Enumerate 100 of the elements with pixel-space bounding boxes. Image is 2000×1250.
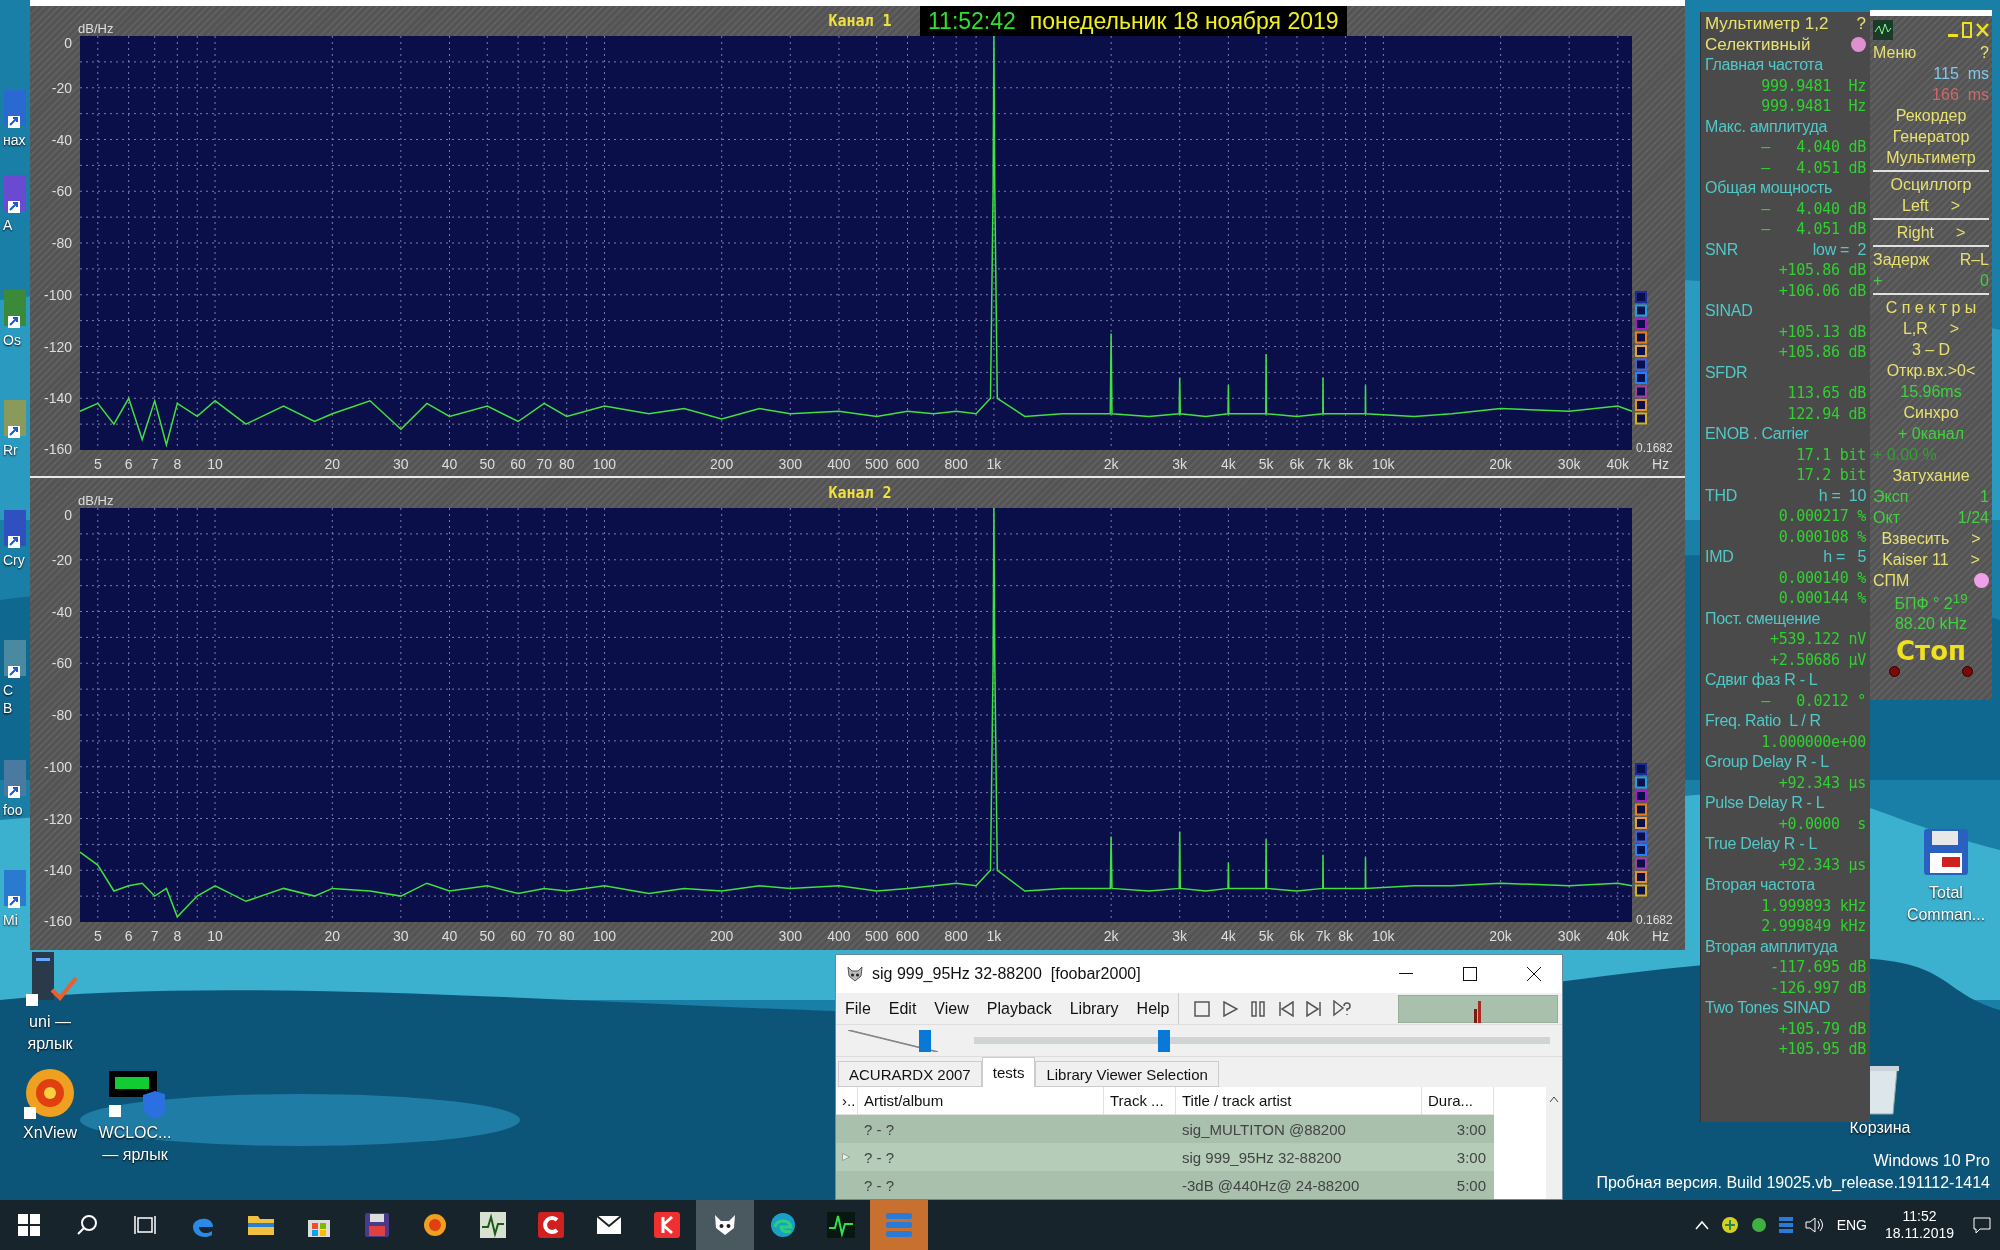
axis-label: 10 xyxy=(207,456,223,472)
axis-label: 50 xyxy=(479,456,496,472)
menu-value: 1/24 xyxy=(1957,508,1989,527)
playlist-tab[interactable]: ACURARDX 2007 xyxy=(838,1061,982,1087)
axis-label: 2k xyxy=(1103,928,1119,944)
tray-time[interactable]: 11:52 xyxy=(1902,1208,1937,1225)
menu-item[interactable]: Left > xyxy=(1900,196,1962,215)
window-title: sig 999_95Hz 32-88200 [foobar2000] xyxy=(872,965,1142,983)
menu-item[interactable]: СПМ xyxy=(1873,571,1910,590)
measure-value: 0.000108 % xyxy=(1778,527,1866,546)
axis-label: 40 xyxy=(441,456,458,472)
menu-item[interactable]: Затухание xyxy=(1892,466,1970,485)
language-indicator[interactable]: ENG xyxy=(1836,1217,1867,1233)
table-cell: sig 999_95Hz 32-88200 xyxy=(1176,1143,1422,1171)
measure-label: THD xyxy=(1705,486,1737,505)
axis-label: 80 xyxy=(558,456,575,472)
measure-value: 0.000144 % xyxy=(1778,589,1866,608)
menu-item[interactable]: 3 – D xyxy=(1911,340,1951,359)
menu-item[interactable]: Синхро xyxy=(1903,403,1959,422)
menu-item[interactable]: Kaiser 11 > xyxy=(1880,550,1982,569)
menu-item[interactable]: Взвесить > xyxy=(1879,529,1983,548)
axis-label: 6 xyxy=(124,928,133,944)
menu-item[interactable]: Генератор xyxy=(1892,127,1970,146)
playlist-tab[interactable]: tests xyxy=(981,1057,1036,1087)
table-cell: 3:00 xyxy=(1422,1115,1494,1143)
menu-item[interactable]: Рекордер xyxy=(1895,106,1967,125)
chart-title: Канал 2 xyxy=(828,484,892,502)
axis-label: 2k xyxy=(1103,456,1119,472)
axis-unit: Hz xyxy=(1652,928,1670,944)
clock-time: 11:52:42 xyxy=(928,7,1016,35)
axis-label: 300 xyxy=(778,928,802,944)
measure-value: +105.13 dB xyxy=(1778,322,1866,341)
axis-label: 6k xyxy=(1289,928,1305,944)
playlist-tab[interactable]: Library Viewer Selection xyxy=(1035,1061,1219,1087)
menu-item[interactable]: Осциллогр xyxy=(1890,175,1972,194)
timing-value: 115 ms xyxy=(1933,64,1989,83)
icon-label: Cry xyxy=(2,552,25,568)
measure-label: Сдвиг фаз R - L xyxy=(1705,671,1818,690)
measure-value: 1.999893 kHz xyxy=(1761,896,1866,915)
tray-date[interactable]: 18.11.2019 xyxy=(1884,1225,1954,1242)
axis-label: -100 xyxy=(43,758,72,775)
axis-label: -80 xyxy=(51,235,72,251)
stop-button[interactable]: Стоп xyxy=(1896,636,1966,667)
menu-item[interactable]: С п е к т р ы xyxy=(1885,298,1977,317)
axis-label: 6k xyxy=(1289,456,1305,472)
axis-label: 10k xyxy=(1372,456,1395,472)
axis-label: 500 xyxy=(865,456,889,472)
measure-value: +2.50686 µV xyxy=(1769,650,1866,669)
table-cell: ? - ? xyxy=(858,1171,1104,1199)
menu-item[interactable]: Playback xyxy=(977,999,1061,1018)
menu-item[interactable]: Library xyxy=(1060,999,1128,1018)
measure-value: 17.2 bit xyxy=(1796,466,1866,485)
measure-value: – 4.051 dB xyxy=(1761,158,1866,177)
help-button[interactable]: ? xyxy=(1856,14,1866,35)
menu-item[interactable]: Edit xyxy=(879,999,926,1018)
axis-label: 4k xyxy=(1221,456,1236,472)
menu-item[interactable]: Right > xyxy=(1894,223,1968,242)
axis-label: -120 xyxy=(43,338,72,355)
menu-item[interactable]: 88.20 kHz xyxy=(1894,614,1967,633)
axis-label: -120 xyxy=(43,810,72,827)
axis-label: 1k xyxy=(986,456,1002,472)
measure-label: Макс. амплитуда xyxy=(1705,117,1828,136)
menu-item[interactable]: + 0канал xyxy=(1898,424,1964,443)
measure-value: +105.79 dB xyxy=(1778,1019,1866,1038)
menu-item[interactable]: 15.96ms xyxy=(1900,382,1962,401)
axis-label: 20k xyxy=(1489,928,1512,944)
axis-label: 8k xyxy=(1338,456,1353,472)
measure-value: – 4.040 dB xyxy=(1761,199,1866,218)
menu-item[interactable]: Help xyxy=(1127,999,1179,1018)
axis-label: -160 xyxy=(43,913,72,929)
measure-value: 0.000140 % xyxy=(1778,568,1866,587)
panel-title: Мультиметр 1,2 xyxy=(1705,14,1829,35)
axis-label: 7 xyxy=(150,456,159,472)
axis-label: 8k xyxy=(1338,928,1353,944)
table-cell: ? - ? xyxy=(858,1143,1104,1171)
menu-item[interactable]: File xyxy=(836,999,880,1018)
menu-item[interactable]: Откр.вх.>0< xyxy=(1886,361,1976,380)
axis-label: -140 xyxy=(43,390,72,407)
measure-label: Главная частота xyxy=(1705,56,1823,75)
measure-value: +0.0000 s xyxy=(1778,814,1866,833)
axis-label: 30 xyxy=(393,456,409,472)
desktop-note: Пробная версия. Build 19025.vb_release.191112-1414 xyxy=(1596,1174,1990,1192)
clock-date: понедельник 18 ноября 2019 xyxy=(1029,7,1339,35)
axis-label: 50 xyxy=(479,928,496,944)
measure-value: 999.9481 Hz xyxy=(1761,97,1866,116)
measure-value: – 4.051 dB xyxy=(1761,220,1866,239)
axis-label: 40k xyxy=(1606,456,1630,472)
menu-value: 0 xyxy=(1980,271,1989,290)
measure-value: +105.86 dB xyxy=(1778,261,1866,280)
menu-item[interactable]: Мультиметр xyxy=(1886,148,1976,167)
axis-label: -140 xyxy=(43,862,72,879)
axis-label: 3k xyxy=(1172,456,1188,472)
icon-label: WCLOC... xyxy=(98,1123,172,1143)
menu-item[interactable]: БПФ ° 2$^{19}$ xyxy=(1894,591,1968,614)
axis-label: 200 xyxy=(710,928,734,944)
menu-item[interactable]: View xyxy=(925,999,978,1018)
axis-label: 30k xyxy=(1557,928,1581,944)
menu-item[interactable]: L,R > xyxy=(1900,319,1962,338)
table-cell: 5:00 xyxy=(1422,1171,1494,1199)
menu-value: ? xyxy=(1980,43,1989,62)
